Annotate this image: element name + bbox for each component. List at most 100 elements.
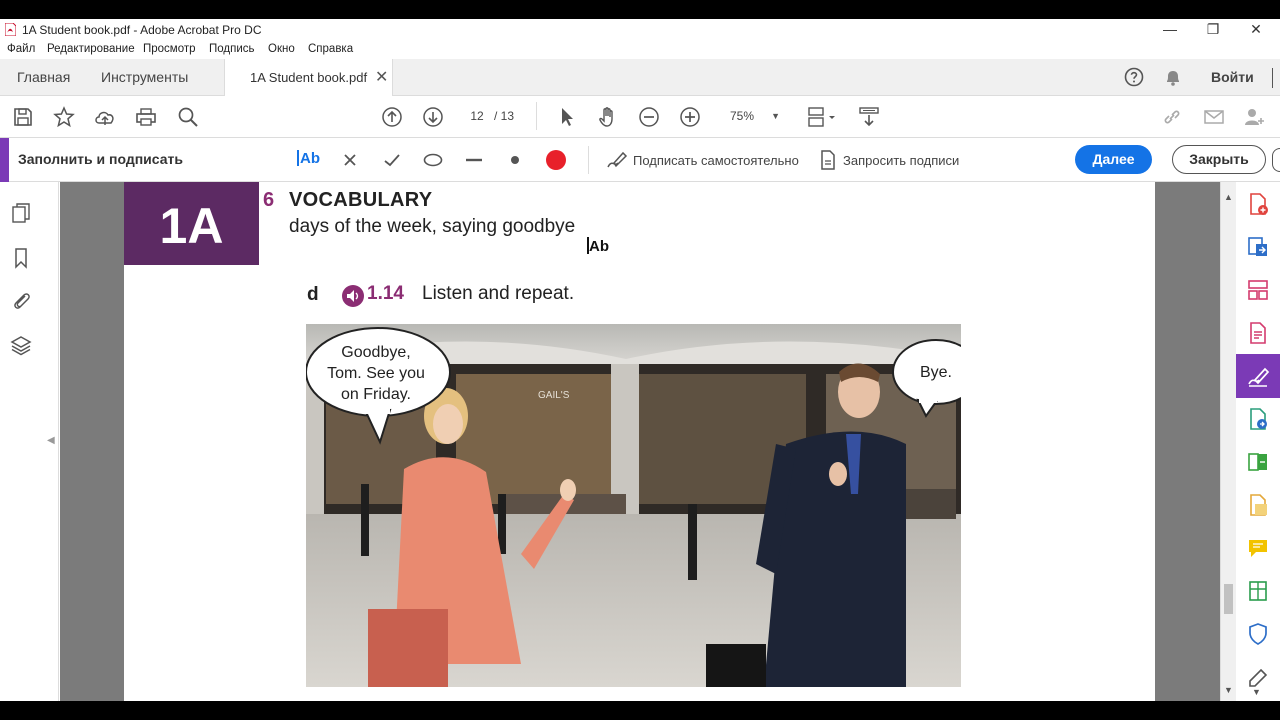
cursor-label: Ab: [589, 238, 609, 255]
exercise-letter: d: [307, 284, 319, 305]
goodbye-photo: GAIL'S Goodbye, Tom. See you on Friday. …: [306, 324, 961, 687]
email-icon[interactable]: [1202, 105, 1226, 129]
menu-window[interactable]: Окно: [268, 43, 295, 55]
attachments-icon[interactable]: [10, 289, 32, 311]
exercise-instruction: Listen and repeat.: [422, 283, 575, 304]
select-pointer-icon[interactable]: [555, 105, 579, 129]
print-icon[interactable]: [134, 105, 158, 129]
left-navigation-pane: ◀: [0, 182, 59, 701]
unit-badge: 1A: [124, 182, 259, 265]
color-picker-icon[interactable]: [545, 149, 567, 171]
minimize-button[interactable]: —: [1155, 20, 1185, 40]
main-toolbar: 12 / 13 75% ▼: [0, 96, 1280, 138]
combine-files-icon[interactable]: [1246, 493, 1270, 517]
title-bar: 1A Student book.pdf - Adobe Acrobat Pro …: [0, 19, 1280, 41]
tab-tools[interactable]: Инструменты: [101, 69, 188, 85]
zoom-level-value: 75%: [730, 109, 755, 123]
help-icon[interactable]: [1124, 67, 1144, 87]
bookmarks-icon[interactable]: [10, 247, 32, 269]
cross-mark-icon[interactable]: [342, 149, 358, 171]
previous-page-icon[interactable]: [380, 105, 404, 129]
tab-home[interactable]: Главная: [17, 69, 70, 85]
close-tab-icon[interactable]: ✕: [375, 67, 388, 87]
tab-document[interactable]: 1A Student book.pdf ✕: [224, 59, 393, 96]
add-user-icon[interactable]: [1242, 105, 1266, 129]
bubble-left-line-3: on Friday.: [341, 386, 411, 403]
menu-sign[interactable]: Подпись: [209, 43, 255, 55]
compare-files-icon[interactable]: [1246, 450, 1270, 474]
create-pdf-icon[interactable]: [1246, 192, 1270, 216]
overflow-edge: [1272, 148, 1280, 172]
expand-tools-chevron-icon[interactable]: ▼: [1252, 687, 1261, 697]
zoom-in-icon[interactable]: [678, 105, 702, 129]
add-text-tool[interactable]: Ab: [297, 150, 320, 172]
vertical-scrollbar[interactable]: ▲ ▼: [1220, 182, 1236, 701]
upload-cloud-icon[interactable]: [93, 105, 117, 129]
window-title: 1A Student book.pdf - Adobe Acrobat Pro …: [22, 23, 262, 37]
sign-in-button[interactable]: Войти: [1211, 69, 1254, 85]
hand-tool-icon[interactable]: [596, 105, 620, 129]
section-number: 6: [263, 189, 275, 211]
edit-pdf-icon[interactable]: [1246, 321, 1270, 345]
pen-sign-icon: [607, 151, 628, 168]
fill-sign-divider: [588, 146, 589, 174]
speech-bubble-left: Goodbye, Tom. See you on Friday.: [306, 342, 446, 405]
menu-file[interactable]: Файл: [7, 43, 35, 55]
audio-track-number: 1.14: [367, 283, 404, 304]
fill-sign-title: Заполнить и подписать: [18, 151, 183, 167]
notifications-bell-icon[interactable]: [1163, 67, 1183, 87]
link-icon[interactable]: [1160, 105, 1184, 129]
tab-document-label: 1A Student book.pdf: [250, 70, 368, 85]
line-icon[interactable]: [464, 149, 484, 171]
fill-sign-tool-icon[interactable]: [1246, 364, 1270, 388]
menu-edit[interactable]: Редактирование: [47, 43, 135, 55]
close-fill-sign-button[interactable]: Закрыть: [1172, 145, 1266, 174]
document-sign-icon: [821, 150, 835, 170]
layers-icon[interactable]: [10, 334, 32, 356]
menu-bar: Файл Редактирование Просмотр Подпись Окн…: [0, 41, 1280, 59]
send-for-review-icon[interactable]: [1246, 407, 1270, 431]
page-number-input[interactable]: 12: [460, 105, 494, 127]
page-thumbnails-icon[interactable]: [10, 202, 32, 224]
scroll-up-icon[interactable]: ▲: [1224, 192, 1233, 202]
zoom-out-icon[interactable]: [637, 105, 661, 129]
next-button[interactable]: Далее: [1075, 145, 1152, 174]
zoom-level-select[interactable]: 75% ▼: [716, 105, 784, 127]
search-icon[interactable]: [176, 105, 200, 129]
section-subtitle: days of the week, saying goodbye: [289, 216, 576, 237]
scrollbar-thumb[interactable]: [1224, 584, 1233, 614]
save-icon[interactable]: [11, 105, 35, 129]
comment-icon[interactable]: [1246, 536, 1270, 560]
document-viewport[interactable]: 1A 6 VOCABULARY days of the week, saying…: [60, 182, 1220, 701]
page-total: / 13: [494, 109, 515, 123]
protect-shield-icon[interactable]: [1246, 622, 1270, 646]
sign-yourself-label: Подписать самостоятельно: [633, 153, 799, 168]
dot-icon[interactable]: [506, 149, 524, 171]
menu-help[interactable]: Справка: [308, 43, 353, 55]
close-window-button[interactable]: ✕: [1241, 20, 1271, 40]
request-signatures-label: Запросить подписи: [843, 153, 960, 168]
acrobat-app-icon: [5, 23, 16, 36]
export-pdf-icon[interactable]: [1246, 235, 1270, 259]
print-production-icon[interactable]: [1246, 579, 1270, 603]
text-cursor-icon: [297, 150, 299, 166]
scroll-down-icon[interactable]: ▼: [1224, 685, 1233, 695]
page-display-icon[interactable]: [805, 105, 837, 129]
check-mark-icon[interactable]: [382, 149, 402, 171]
next-page-icon[interactable]: [421, 105, 445, 129]
organize-pages-icon[interactable]: [1246, 278, 1270, 302]
ellipse-icon[interactable]: [422, 149, 444, 171]
bubble-left-line-2: Tom. See you: [327, 365, 425, 382]
bubble-left-line-1: Goodbye,: [341, 344, 411, 361]
audio-speaker-icon[interactable]: [342, 285, 364, 307]
pdf-page: 1A 6 VOCABULARY days of the week, saying…: [124, 182, 1155, 701]
tab-bar: Главная Инструменты 1A Student book.pdf …: [0, 59, 1280, 96]
bookmark-star-icon[interactable]: [52, 105, 76, 129]
collapse-pane-icon[interactable]: ◀: [47, 435, 55, 446]
add-text-cursor: Ab: [587, 237, 609, 255]
maximize-button[interactable]: ❐: [1198, 20, 1228, 40]
menu-view[interactable]: Просмотр: [143, 43, 196, 55]
scroll-mode-icon[interactable]: [857, 105, 881, 129]
screen-border-top: [0, 0, 1280, 19]
speech-bubble-right: Bye.: [919, 364, 952, 381]
